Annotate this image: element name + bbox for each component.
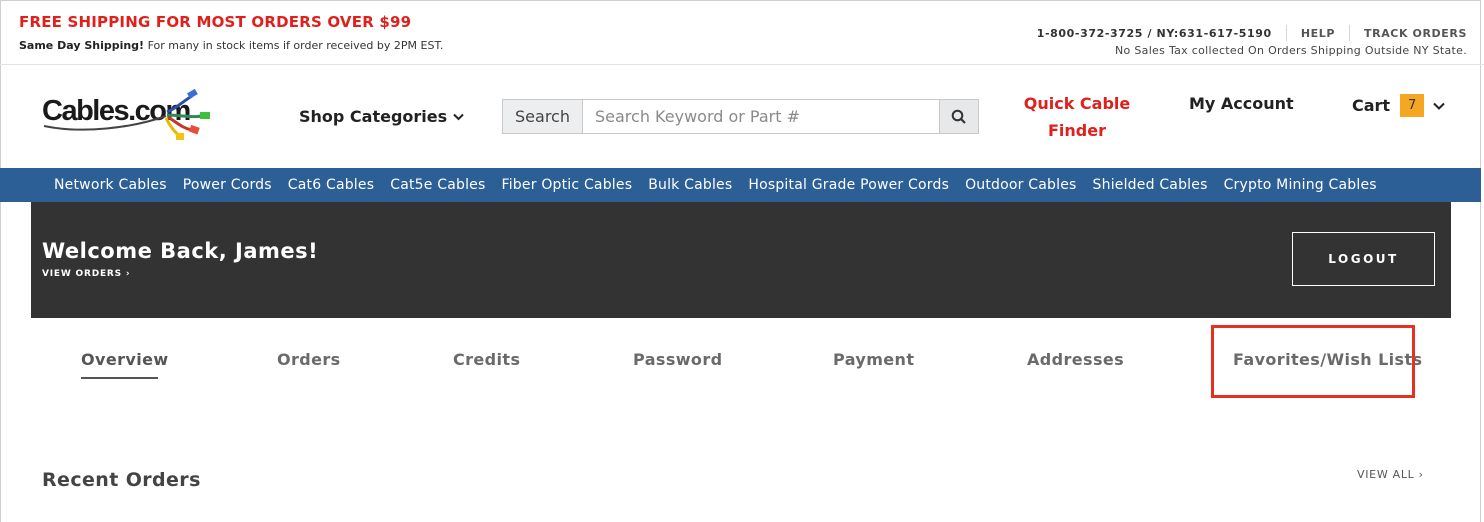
welcome-title: Welcome Back, James! <box>42 239 319 263</box>
same-day-bold: Same Day Shipping! <box>19 39 145 52</box>
chevron-down-icon <box>453 113 464 120</box>
my-account-link[interactable]: My Account <box>1189 94 1294 113</box>
nav-item-power-cords[interactable]: Power Cords <box>183 177 272 193</box>
welcome-banner: Welcome Back, James! VIEW ORDERS › LOGOU… <box>31 202 1451 318</box>
tab-password[interactable]: Password <box>633 350 722 369</box>
nav-item-crypto-mining-cables[interactable]: Crypto Mining Cables <box>1224 177 1377 193</box>
phone-number[interactable]: 1-800-372-3725 / NY:631-617-5190 <box>1037 27 1272 40</box>
search-icon <box>951 109 966 124</box>
help-link[interactable]: HELP <box>1301 27 1335 40</box>
nav-item-outdoor-cables[interactable]: Outdoor Cables <box>965 177 1076 193</box>
search-label: Search <box>503 100 583 133</box>
view-all-link[interactable]: VIEW ALL › <box>1357 468 1424 481</box>
tab-payment[interactable]: Payment <box>833 350 914 369</box>
category-nav: Network Cables Power Cords Cat6 Cables C… <box>0 168 1481 202</box>
nav-item-network-cables[interactable]: Network Cables <box>54 177 167 193</box>
logout-button[interactable]: LOGOUT <box>1292 232 1435 286</box>
search-button[interactable] <box>939 100 978 133</box>
quick-finder-line1: Quick Cable <box>1023 94 1131 113</box>
no-sales-tax-note: No Sales Tax collected On Orders Shippin… <box>1115 44 1467 57</box>
cart-count-badge: 7 <box>1400 94 1425 117</box>
nav-item-fiber-optic-cables[interactable]: Fiber Optic Cables <box>501 177 632 193</box>
free-shipping-promo: FREE SHIPPING FOR MOST ORDERS OVER $99 <box>19 13 412 31</box>
nav-item-hospital-grade-power-cords[interactable]: Hospital Grade Power Cords <box>748 177 949 193</box>
cables-com-logo[interactable]: Cables.com <box>42 88 217 143</box>
nav-item-bulk-cables[interactable]: Bulk Cables <box>648 177 732 193</box>
view-orders-link[interactable]: VIEW ORDERS › <box>42 269 130 279</box>
nav-item-shielded-cables[interactable]: Shielded Cables <box>1093 177 1208 193</box>
track-orders-link[interactable]: TRACK ORDERS <box>1364 27 1467 40</box>
divider <box>1349 25 1351 41</box>
nav-item-cat6-cables[interactable]: Cat6 Cables <box>288 177 374 193</box>
search-bar: Search <box>502 99 979 134</box>
tab-credits[interactable]: Credits <box>453 350 520 369</box>
same-day-text: For many in stock items if order receive… <box>144 39 444 52</box>
tab-overview[interactable]: Overview <box>81 350 169 369</box>
tab-orders[interactable]: Orders <box>277 350 341 369</box>
active-tab-underline <box>81 377 158 379</box>
shop-categories-menu[interactable]: Shop Categories <box>299 107 464 126</box>
cart-label: Cart <box>1352 96 1391 115</box>
site-header: Cables.com Shop Categories Search Quick … <box>0 65 1484 168</box>
highlight-box <box>1211 325 1415 398</box>
shop-categories-label: Shop Categories <box>299 107 448 126</box>
divider <box>1285 25 1287 41</box>
top-right-info: 1-800-372-3725 / NY:631-617-5190 HELP TR… <box>1037 25 1467 57</box>
same-day-shipping-note: Same Day Shipping! For many in stock ite… <box>19 39 443 52</box>
search-input[interactable] <box>583 100 939 133</box>
quick-finder-line2: Finder <box>1048 121 1106 140</box>
top-bar: FREE SHIPPING FOR MOST ORDERS OVER $99 S… <box>0 0 1484 65</box>
nav-item-cat5e-cables[interactable]: Cat5e Cables <box>390 177 485 193</box>
quick-cable-finder-link[interactable]: Quick Cable Finder <box>1022 90 1132 144</box>
recent-orders-heading: Recent Orders <box>42 469 201 491</box>
tab-addresses[interactable]: Addresses <box>1027 350 1124 369</box>
chevron-down-icon <box>1433 102 1445 110</box>
cart-button[interactable]: Cart 7 <box>1352 94 1445 117</box>
